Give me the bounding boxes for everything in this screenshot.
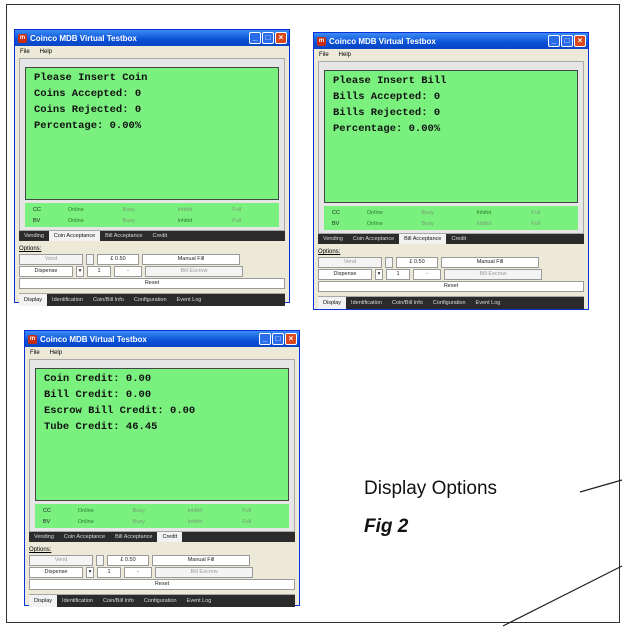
- callout-line: [502, 565, 623, 627]
- callout-line: [579, 479, 623, 493]
- callout-lines: [502, 479, 623, 627]
